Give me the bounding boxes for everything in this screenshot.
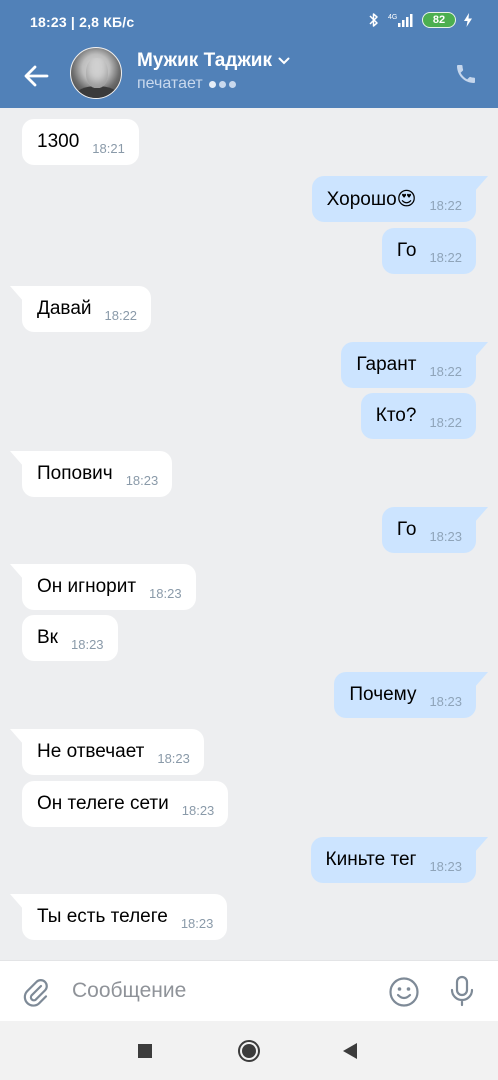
recents-button[interactable]	[131, 1037, 159, 1065]
incoming-message[interactable]: Попович 18:23	[9, 451, 173, 497]
contact-name-button[interactable]: Мужик Таджик	[137, 50, 290, 72]
message-time: 18:22	[429, 414, 462, 430]
outgoing-message[interactable]: Кто? 18:22	[360, 393, 476, 439]
message-time: 18:23	[157, 750, 190, 766]
message-time: 18:23	[149, 585, 182, 601]
typing-indicator: печатает	[137, 75, 236, 93]
message-text: Кто?	[375, 405, 417, 426]
voice-message-button[interactable]	[444, 973, 480, 1009]
message-input[interactable]	[72, 973, 362, 1009]
incoming-message[interactable]: Вк 18:23	[22, 615, 118, 661]
status-icons: 4G 82	[368, 12, 472, 28]
chat-header: 18:23 | 2,8 КБ/с 4G 82 Мужик Таджик печа…	[0, 0, 498, 108]
message-text: Давай	[37, 298, 92, 319]
message-time: 18:22	[104, 307, 138, 323]
status-time-speed: 18:23 | 2,8 КБ/с	[30, 14, 135, 30]
message-text: Он телеге сети	[37, 793, 169, 814]
triangle-back-icon	[343, 1043, 357, 1059]
square-icon	[138, 1044, 152, 1058]
battery-indicator: 82	[422, 12, 456, 28]
message-time: 18:23	[180, 915, 214, 931]
outgoing-message[interactable]: Почему 18:23	[334, 672, 488, 718]
phone-icon	[457, 65, 475, 83]
message-time: 18:22	[429, 363, 462, 379]
outgoing-message[interactable]: Го 18:22	[381, 228, 476, 274]
message-text: Хорошо😍	[326, 188, 417, 210]
status-bar: 18:23 | 2,8 КБ/с 4G 82	[0, 0, 498, 44]
incoming-message[interactable]: Не отвечает 18:23	[10, 729, 204, 775]
microphone-icon	[450, 975, 474, 1007]
emoji-button[interactable]	[386, 974, 422, 1010]
smiley-icon	[389, 977, 419, 1007]
message-text: Го	[396, 519, 417, 540]
message-text: Го	[396, 240, 417, 261]
message-time: 18:23	[429, 528, 462, 544]
message-time: 18:23	[125, 472, 159, 488]
message-time: 18:23	[429, 693, 462, 709]
message-text: Попович	[37, 463, 113, 484]
network-type-label: 4G	[388, 14, 397, 21]
paperclip-icon	[23, 979, 48, 1007]
contact-name: Мужик Таджик	[137, 50, 272, 71]
message-text: Киньте тег	[325, 849, 417, 870]
bluetooth-icon	[368, 12, 380, 28]
back-nav-button[interactable]	[336, 1037, 364, 1065]
message-time: 18:23	[71, 636, 104, 652]
arrow-left-icon	[24, 65, 49, 87]
incoming-message[interactable]: Он игнорит 18:23	[10, 564, 196, 610]
app-bar: Мужик Таджик печатает	[0, 44, 498, 108]
message-time: 18:23	[181, 802, 215, 818]
charging-icon	[464, 13, 472, 27]
incoming-message[interactable]: Ты есть телеге 18:23	[9, 894, 228, 940]
message-text: Он игнорит	[37, 576, 137, 597]
message-text: Гарант	[356, 354, 417, 375]
system-navigation-bar	[0, 1021, 498, 1080]
contact-status: печатает	[137, 75, 203, 92]
outgoing-message[interactable]: Гарант 18:22	[341, 342, 488, 388]
outgoing-message[interactable]: Киньте тег 18:23	[310, 837, 489, 883]
typing-dots-icon	[208, 80, 236, 88]
circle-icon	[238, 1040, 260, 1062]
outgoing-message[interactable]: Го 18:23	[381, 507, 489, 553]
incoming-message[interactable]: 1300 18:21	[22, 119, 139, 165]
incoming-message[interactable]: Он телеге сети 18:23	[22, 781, 229, 827]
home-button[interactable]	[235, 1037, 263, 1065]
message-time: 18:23	[429, 858, 462, 874]
message-time: 18:22	[429, 249, 462, 265]
message-time: 18:21	[92, 140, 125, 156]
message-composer	[0, 960, 498, 1021]
message-text: Не отвечает	[37, 741, 145, 762]
back-button[interactable]	[18, 58, 54, 94]
signal-icon: 4G	[388, 12, 414, 28]
message-time: 18:22	[429, 197, 462, 213]
attach-button[interactable]	[18, 975, 52, 1009]
message-text: Ты есть телеге	[37, 906, 168, 927]
message-text: Почему	[349, 684, 417, 705]
incoming-message[interactable]: Давай 18:22	[9, 286, 152, 332]
message-text: Вк	[37, 627, 58, 648]
call-button[interactable]	[450, 58, 482, 90]
outgoing-message[interactable]: Хорошо😍 18:22	[311, 176, 489, 222]
contact-avatar[interactable]	[70, 47, 122, 99]
chevron-down-icon	[278, 57, 290, 65]
message-text: 1300	[37, 131, 80, 152]
